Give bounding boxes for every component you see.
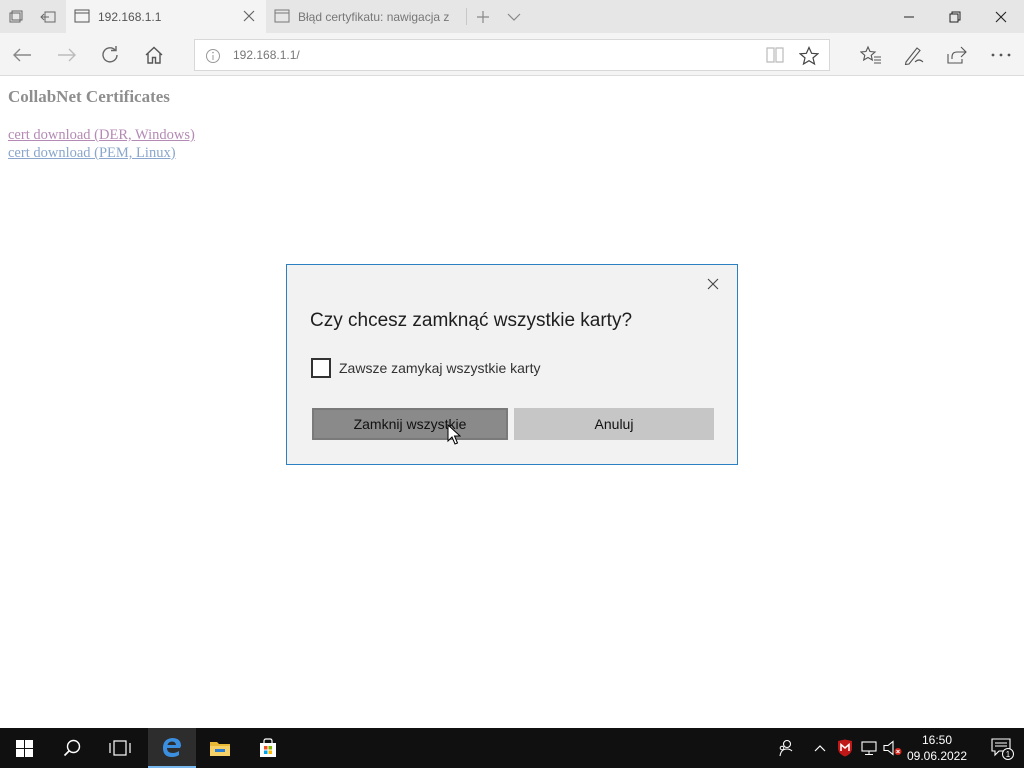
checkbox-label[interactable]: Zawsze zamykaj wszystkie karty	[339, 360, 540, 376]
set-tabs-aside-icon[interactable]	[32, 0, 64, 33]
dialog-close-icon[interactable]	[703, 274, 723, 294]
home-icon[interactable]	[139, 41, 169, 69]
mouse-pointer-icon	[447, 423, 462, 451]
cert-download-pem-link[interactable]: cert download (PEM, Linux)	[8, 145, 176, 162]
info-icon[interactable]	[205, 48, 221, 69]
web-note-icon[interactable]	[899, 41, 929, 69]
clock-date: 09.06.2022	[906, 749, 968, 763]
always-close-checkbox[interactable]	[311, 358, 331, 378]
chevron-down-icon[interactable]	[503, 6, 525, 28]
page-icon	[74, 9, 90, 26]
file-explorer-icon[interactable]	[196, 728, 244, 768]
dialog-title: Czy chcesz zamknąć wszystkie karty?	[310, 310, 633, 331]
tab-preview-icon[interactable]	[0, 0, 32, 33]
url-text[interactable]: 192.168.1.1/	[233, 48, 300, 62]
reading-view-icon[interactable]	[765, 46, 785, 69]
tab-active[interactable]: 192.168.1.1	[66, 0, 266, 33]
taskbar: 16:50 09.06.2022 1	[0, 728, 1024, 768]
favorites-hub-icon[interactable]	[856, 41, 886, 69]
page-title: CollabNet Certificates	[8, 87, 170, 106]
page-icon	[274, 9, 290, 26]
refresh-icon[interactable]	[95, 41, 125, 69]
favorite-star-icon[interactable]	[798, 46, 820, 71]
minimize-icon[interactable]	[886, 0, 932, 33]
tab-inactive[interactable]: Błąd certyfikatu: nawigacja z	[266, 0, 466, 33]
browser-toolbar: 192.168.1.1/	[0, 33, 1024, 76]
task-view-icon[interactable]	[96, 728, 144, 768]
start-windows-icon[interactable]	[0, 728, 48, 768]
clock-time: 16:50	[921, 733, 953, 747]
people-icon[interactable]	[774, 728, 798, 768]
restore-icon[interactable]	[932, 0, 978, 33]
cancel-button[interactable]: Anuluj	[514, 408, 714, 440]
tab-title: 192.168.1.1	[98, 10, 162, 24]
mcafee-shield-icon[interactable]	[833, 728, 857, 768]
volume-muted-icon[interactable]	[881, 728, 905, 768]
notification-count: 1	[1006, 750, 1011, 759]
share-icon[interactable]	[942, 41, 972, 69]
new-tab-icon[interactable]	[472, 6, 494, 28]
network-icon[interactable]	[857, 728, 881, 768]
tab-separator	[466, 8, 467, 25]
system-clock[interactable]: 16:50 09.06.2022	[904, 732, 970, 764]
forward-icon[interactable]	[52, 41, 82, 69]
action-center-icon[interactable]: 1	[980, 728, 1024, 768]
close-window-icon[interactable]	[978, 0, 1024, 33]
cert-download-der-link[interactable]: cert download (DER, Windows)	[8, 127, 195, 144]
more-icon[interactable]	[986, 41, 1016, 69]
close-tab-icon[interactable]	[242, 9, 256, 26]
close-all-tabs-dialog: Czy chcesz zamknąć wszystkie karty? Zaws…	[286, 264, 738, 465]
address-bar[interactable]: 192.168.1.1/	[194, 39, 830, 71]
close-all-button[interactable]: Zamknij wszystkie	[312, 408, 508, 440]
chevron-up-icon[interactable]	[808, 728, 832, 768]
store-icon[interactable]	[244, 728, 292, 768]
search-icon[interactable]	[48, 728, 96, 768]
tab-title: Błąd certyfikatu: nawigacja z	[298, 10, 450, 24]
tab-strip: 192.168.1.1 Błąd certyfikatu: nawigacja …	[0, 0, 1024, 33]
edge-browser-icon[interactable]	[148, 728, 196, 768]
back-icon[interactable]	[7, 41, 37, 69]
